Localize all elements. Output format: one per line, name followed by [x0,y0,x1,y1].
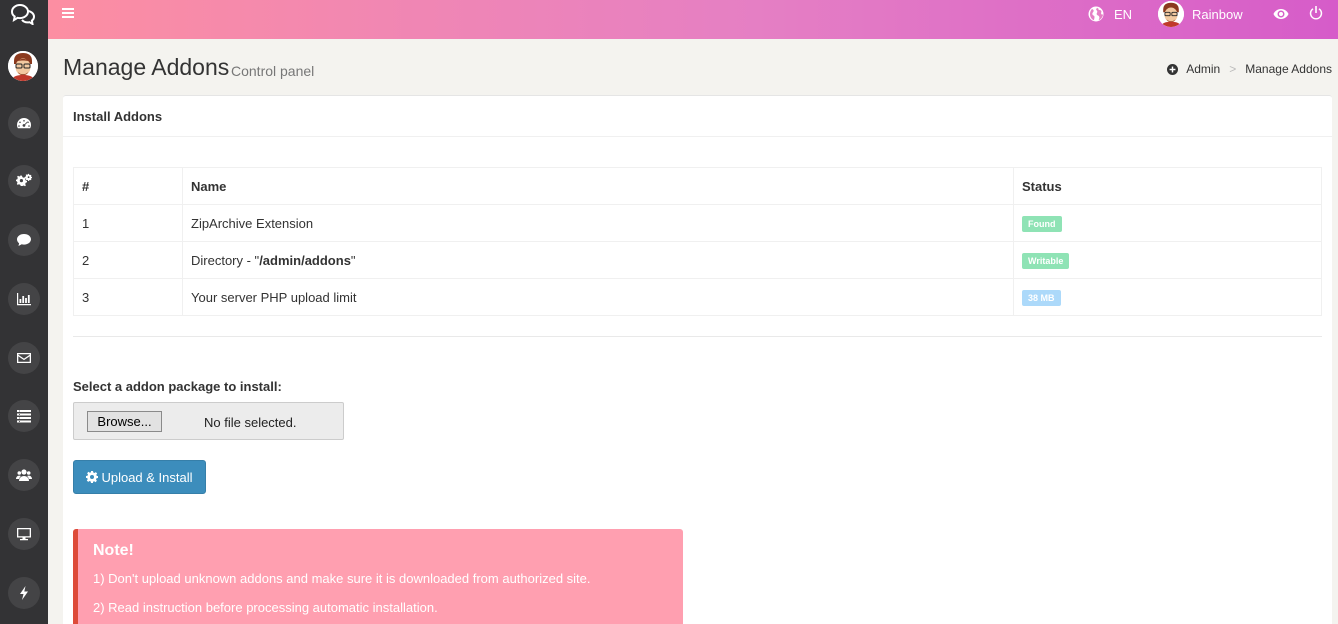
bar-chart-icon [17,293,31,306]
note-line: 1) Don't upload unknown addons and make … [93,571,591,586]
box-title: Install Addons [63,96,1332,137]
page-subtitle: Control panel [231,63,315,79]
upload-install-label: Upload & Install [101,469,193,485]
breadcrumb: Admin > Manage Addons [1167,62,1332,76]
user-avatar [1158,1,1184,27]
sidebar-item-users[interactable] [8,459,40,491]
column-header-status: Status [1013,167,1322,205]
sidebar-item-dashboard[interactable] [8,107,40,139]
row-name: ZipArchive Extension [182,204,1014,242]
sidebar-item-reports[interactable] [8,283,40,315]
row-name: Directory - "/admin/addons" [182,241,1014,279]
sidebar-item-comments[interactable] [8,224,40,256]
note-line: 2) Read instruction before processing au… [93,600,438,615]
status-badge: 38 MB [1022,289,1061,306]
eye-icon[interactable] [1273,6,1289,22]
browse-button[interactable]: Browse... [87,411,162,432]
column-header-number: # [73,167,183,205]
comments-icon [17,234,31,246]
row-name-prefix: Directory - " [191,252,260,268]
row-status: 38 MB [1013,278,1322,316]
top-navbar: EN Rainbow [48,0,1338,39]
sidebar [0,0,48,624]
row-number: 1 [73,204,183,242]
table-row: 3 Your server PHP upload limit 38 MB [73,278,1322,316]
sidebar-item-list[interactable] [8,400,40,432]
cogs-icon [16,173,32,187]
row-name: Your server PHP upload limit [182,278,1014,316]
row-number: 3 [73,278,183,316]
table-header-row: # Name Status [73,167,1322,205]
note-title: Note! [93,542,134,559]
dashboard-icon [17,118,31,129]
logo-icon[interactable] [10,3,36,26]
menu-toggle-icon[interactable] [62,8,76,20]
divider [73,336,1322,337]
table-row: 2 Directory - "/admin/addons" Writable [73,241,1322,279]
file-status-text: No file selected. [204,415,297,430]
file-input[interactable]: Browse... No file selected. [73,402,344,440]
gear-icon [86,471,99,483]
page-title: Manage Addons [63,54,230,80]
power-icon[interactable] [1308,5,1324,21]
sidebar-item-actions[interactable] [8,577,40,609]
username: Rainbow [1192,6,1243,22]
language-code: EN [1114,6,1133,22]
status-badge: Writable [1022,252,1070,269]
row-status: Found [1013,204,1322,242]
list-icon [17,410,31,423]
plus-circle-icon [1167,63,1179,75]
row-name-path: /admin/addons [259,252,351,268]
sidebar-item-messages[interactable] [8,342,40,374]
sidebar-item-display[interactable] [8,518,40,550]
install-addons-box: Install Addons # Name Status 1 ZipArchiv… [63,95,1332,624]
row-name-suffix: " [350,252,356,268]
envelope-icon [17,353,31,363]
select-package-label: Select a addon package to install: [73,379,282,394]
note-callout: Note! 1) Don't upload unknown addons and… [73,529,683,624]
users-icon [16,469,32,481]
sidebar-item-settings[interactable] [8,165,40,197]
requirements-table: # Name Status 1 ZipArchive Extension Fou… [73,167,1322,316]
row-number: 2 [73,241,183,279]
status-badge: Found [1022,215,1062,232]
breadcrumb-current: Manage Addons [1245,62,1332,76]
column-header-name: Name [182,167,1014,205]
user-menu[interactable]: Rainbow [1158,1,1243,27]
globe-icon [1088,6,1104,22]
language-selector[interactable]: EN [1088,6,1132,22]
bolt-icon [20,586,28,600]
row-status: Writable [1013,241,1322,279]
desktop-icon [17,528,31,541]
breadcrumb-admin[interactable]: Admin [1186,62,1220,76]
upload-install-button[interactable]: Upload & Install [73,460,206,494]
sidebar-avatar[interactable] [8,51,38,81]
table-row: 1 ZipArchive Extension Found [73,204,1322,242]
